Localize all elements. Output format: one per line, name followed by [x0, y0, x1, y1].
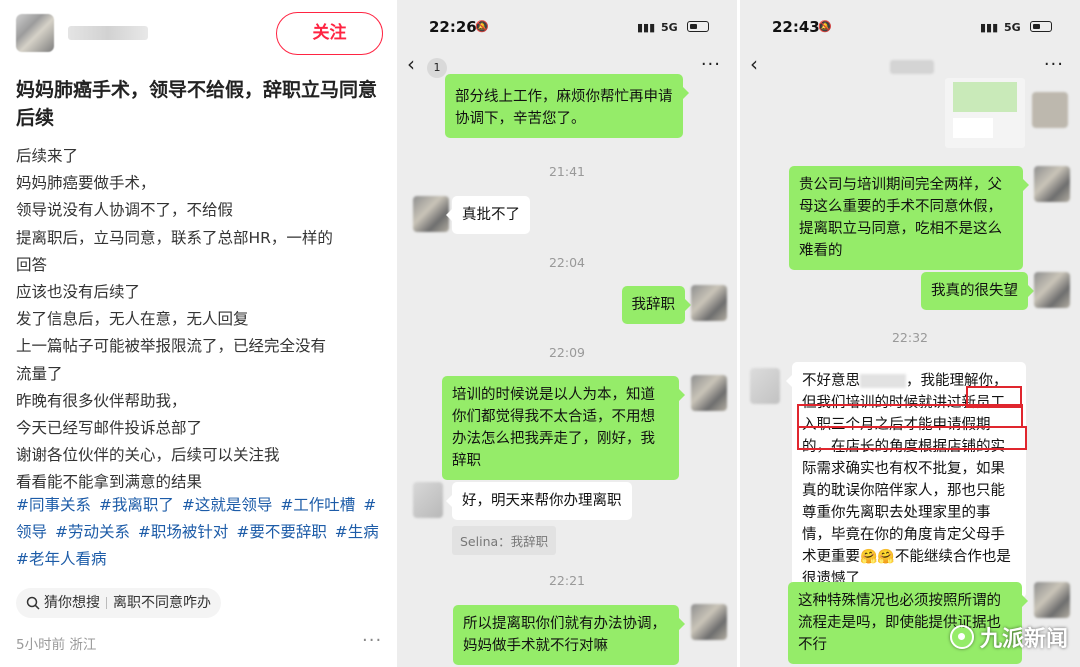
timestamp: 22:04	[548, 255, 586, 270]
contact-name-blurred	[890, 60, 934, 74]
body-line: 应该也没有后续了	[16, 283, 141, 302]
timestamp: 22:32	[891, 330, 929, 345]
chat-menu-icon[interactable]: ···	[1044, 54, 1064, 75]
chat-screenshot-1: 22:26 🔕 ▮▮▮ 5G ‹ 1 ··· 部分线上工作，麻烦你帮忙再申请协调…	[397, 0, 737, 667]
network-label: 5G	[1004, 21, 1021, 34]
post-header: 关注	[0, 0, 397, 66]
post-meta: 5小时前 浙江	[16, 637, 97, 653]
mute-bell-icon: 🔕	[818, 20, 832, 33]
hug-emoji: 🤗🤗	[860, 549, 895, 565]
author-name-blurred[interactable]	[68, 26, 148, 40]
clock: 22:26	[429, 18, 477, 36]
author-avatar[interactable]	[16, 14, 54, 52]
follow-button[interactable]: 关注	[276, 12, 383, 55]
chat-menu-icon[interactable]: ···	[701, 54, 721, 75]
post-title: 妈妈肺癌手术，领导不给假，辞职立马同意后续	[16, 79, 378, 129]
back-chevron-icon[interactable]: ‹	[750, 52, 758, 76]
body-line: 提离职后，立马同意，联系了总部HR，一样的	[16, 228, 333, 247]
message-sent: 我辞职	[621, 286, 691, 324]
quoted-message[interactable]: Selina：我辞职	[452, 526, 557, 555]
message-received: 真批不了	[446, 196, 530, 234]
image-message-thumbnail[interactable]	[945, 78, 1025, 148]
timestamp: 21:41	[548, 164, 586, 179]
contact-avatar[interactable]	[750, 368, 780, 404]
chat-screenshot-2: 22:43 🔕 ▮▮▮ 5G ‹ ··· 贵公司与培训期间完全两样，父母这么重要…	[740, 0, 1080, 667]
watermark: 九派新闻	[949, 621, 1068, 653]
hashtag-list: #同事关系 #我离职了 #这就是领导 #工作吐槽 #领导 #劳动关系 #职场被针…	[16, 492, 388, 574]
search-term: 离职不同意咋办	[113, 595, 211, 611]
thumbnail-content	[953, 82, 1017, 112]
hashtag[interactable]: #同事关系	[16, 496, 91, 514]
my-avatar[interactable]	[691, 604, 727, 640]
post-panel: 关注 妈妈肺癌手术，领导不给假，辞职立马同意后续 后续来了 妈妈肺癌要做手术， …	[0, 0, 397, 667]
status-bar: 22:26 🔕 ▮▮▮ 5G	[397, 0, 737, 50]
body-line: 回答	[16, 255, 48, 274]
chat-navbar: ‹ ···	[740, 50, 1080, 86]
back-chevron-icon[interactable]: ‹	[407, 52, 415, 76]
timestamp: 22:09	[548, 345, 586, 360]
hashtag[interactable]: #要不要辞职	[236, 523, 327, 541]
hashtag[interactable]: #职场被针对	[138, 523, 229, 541]
message-sent: 所以提离职你们就有办法协调，妈妈做手术就不行对嘛	[453, 605, 685, 665]
blurred-name	[860, 374, 906, 388]
body-line: 流量了	[16, 364, 63, 383]
my-avatar[interactable]	[1032, 92, 1068, 128]
hashtag[interactable]: #工作吐槽	[280, 496, 355, 514]
body-line: 上一篇帖子可能被举报限流了，已经完全没有	[16, 337, 327, 356]
battery-icon	[687, 21, 709, 32]
signal-icon: ▮▮▮	[980, 21, 999, 34]
hashtag[interactable]: #我离职了	[99, 496, 174, 514]
message-sent: 我真的很失望	[921, 272, 1034, 310]
message-sent: 培训的时候说是以人为本，知道你们都觉得我不太合适，不用想办法怎么把我弄走了，刚好…	[442, 376, 685, 480]
hashtag[interactable]: #老年人看病	[16, 550, 107, 568]
contact-avatar[interactable]	[413, 482, 443, 518]
contact-avatar[interactable]	[413, 196, 449, 232]
network-label: 5G	[661, 21, 678, 34]
hashtag[interactable]: #这就是领导	[182, 496, 273, 514]
status-bar: 22:43 🔕 ▮▮▮ 5G	[740, 0, 1080, 50]
body-line: 昨晚有很多伙伴帮助我，	[16, 391, 187, 410]
my-avatar[interactable]	[691, 375, 727, 411]
search-prefix: 猜你想搜	[44, 595, 100, 611]
weibo-logo-icon	[949, 625, 974, 649]
battery-icon	[1030, 21, 1052, 32]
hashtag[interactable]: #劳动关系	[55, 523, 130, 541]
post-body: 后续来了 妈妈肺癌要做手术， 领导说没有人协调不了，不给假 提离职后，立马同意，…	[16, 143, 388, 497]
body-line: 领导说没有人协调不了，不给假	[16, 201, 234, 220]
divider	[106, 597, 107, 609]
signal-icon: ▮▮▮	[637, 21, 656, 34]
message-text: 不好意思	[802, 373, 860, 389]
body-line: 今天已经写邮件投诉总部了	[16, 419, 203, 438]
body-line: 谢谢各位伙伴的关心，后续可以关注我	[16, 446, 280, 465]
watermark-text: 九派新闻	[979, 627, 1068, 652]
message-sent: 贵公司与培训期间完全两样，父母这么重要的手术不同意休假，提离职立马同意，吃相不是…	[789, 166, 1029, 270]
my-avatar[interactable]	[1034, 272, 1070, 308]
search-icon	[26, 596, 40, 610]
my-avatar[interactable]	[691, 285, 727, 321]
mute-bell-icon: 🔕	[475, 20, 489, 33]
thumbnail-content	[953, 118, 993, 138]
message-received: 好，明天来帮你办理离职	[446, 482, 632, 520]
body-line: 妈妈肺癌要做手术，	[16, 174, 156, 193]
highlight-box	[797, 404, 1023, 428]
my-avatar[interactable]	[1034, 582, 1070, 618]
more-options-icon[interactable]: ···	[362, 630, 382, 651]
body-line: 发了信息后，无人在意，无人回复	[16, 310, 249, 329]
message-sent: 部分线上工作，麻烦你帮忙再申请协调下，辛苦您了。	[445, 74, 689, 138]
unread-badge: 1	[427, 58, 447, 78]
my-avatar[interactable]	[1034, 166, 1070, 202]
timestamp: 22:21	[548, 573, 586, 588]
hashtag[interactable]: #生病	[335, 523, 379, 541]
clock: 22:43	[772, 18, 820, 36]
highlight-box	[797, 426, 1027, 450]
suggested-search-chip[interactable]: 猜你想搜 离职不同意咋办	[16, 588, 221, 618]
body-line: 后续来了	[16, 147, 79, 165]
